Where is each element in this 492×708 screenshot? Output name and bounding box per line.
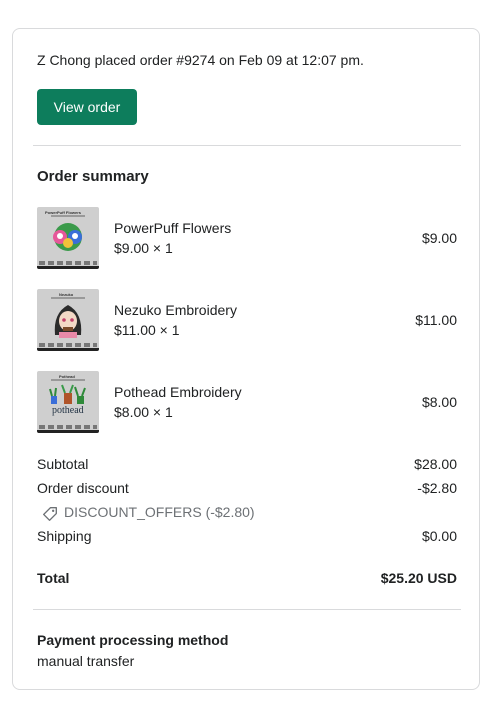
item-name[interactable]: Nezuko Embroidery: [114, 302, 237, 318]
item-total: $11.00: [415, 312, 457, 328]
thumb-bar: [37, 430, 99, 433]
thumb-strip: [39, 425, 97, 429]
product-image[interactable]: Pothead pothead: [37, 371, 99, 433]
item-price-qty: $8.00 × 1: [114, 404, 173, 420]
shipping-label: Shipping: [37, 528, 92, 544]
thumb-strip: [39, 261, 97, 265]
line-item: Pothead pothead Pothead Embroidery $8.00…: [37, 371, 457, 435]
divider: [33, 145, 461, 146]
pothead-art: [49, 384, 86, 404]
powerpuff-art: [53, 223, 82, 251]
shipping-row: Shipping $0.00: [37, 528, 457, 548]
thumb-bar: [37, 348, 99, 351]
thumb-strip: [39, 343, 97, 347]
product-image[interactable]: Nezuko: [37, 289, 99, 351]
subtotal-value: $28.00: [414, 456, 457, 472]
order-notice: Z Chong placed order #9274 on Feb 09 at …: [37, 52, 364, 68]
payment-method-title: Payment processing method: [37, 632, 229, 648]
total-row: Total $25.20 USD: [37, 570, 457, 590]
discount-code-text: DISCOUNT_OFFERS (-$2.80): [64, 504, 255, 520]
discount-value: -$2.80: [417, 480, 457, 496]
line-item: Nezuko Nezuko Embroidery $11.00 × 1 $11.…: [37, 289, 457, 353]
subtotal-label: Subtotal: [37, 456, 89, 472]
item-price-qty: $9.00 × 1: [114, 240, 173, 256]
discount-label: Order discount: [37, 480, 129, 496]
nezuko-art: [54, 305, 82, 338]
subtotal-row: Subtotal $28.00: [37, 456, 457, 476]
pothead-text: pothead: [52, 405, 84, 416]
payment-method-value: manual transfer: [37, 653, 135, 669]
shipping-value: $0.00: [421, 528, 457, 544]
thumb-bar: [37, 266, 99, 269]
total-label: Total: [37, 570, 70, 586]
tag-icon: [43, 507, 57, 521]
discount-row: Order discount -$2.80: [37, 480, 457, 500]
product-image[interactable]: PowerPuff Flowers: [37, 207, 99, 269]
total-value: $25.20 USD: [380, 570, 457, 586]
divider: [33, 609, 461, 610]
line-item: PowerPuff Flowers PowerPuff Flowers $9.0…: [37, 207, 457, 271]
item-total: $8.00: [421, 394, 457, 410]
item-total: $9.00: [421, 230, 457, 246]
order-card: Z Chong placed order #9274 on Feb 09 at …: [12, 28, 480, 690]
order-summary-title: Order summary: [37, 168, 149, 185]
item-price-qty: $11.00 × 1: [114, 322, 180, 338]
view-order-button[interactable]: View order: [37, 89, 137, 125]
item-name[interactable]: Pothead Embroidery: [114, 384, 242, 400]
item-name[interactable]: PowerPuff Flowers: [114, 220, 231, 236]
